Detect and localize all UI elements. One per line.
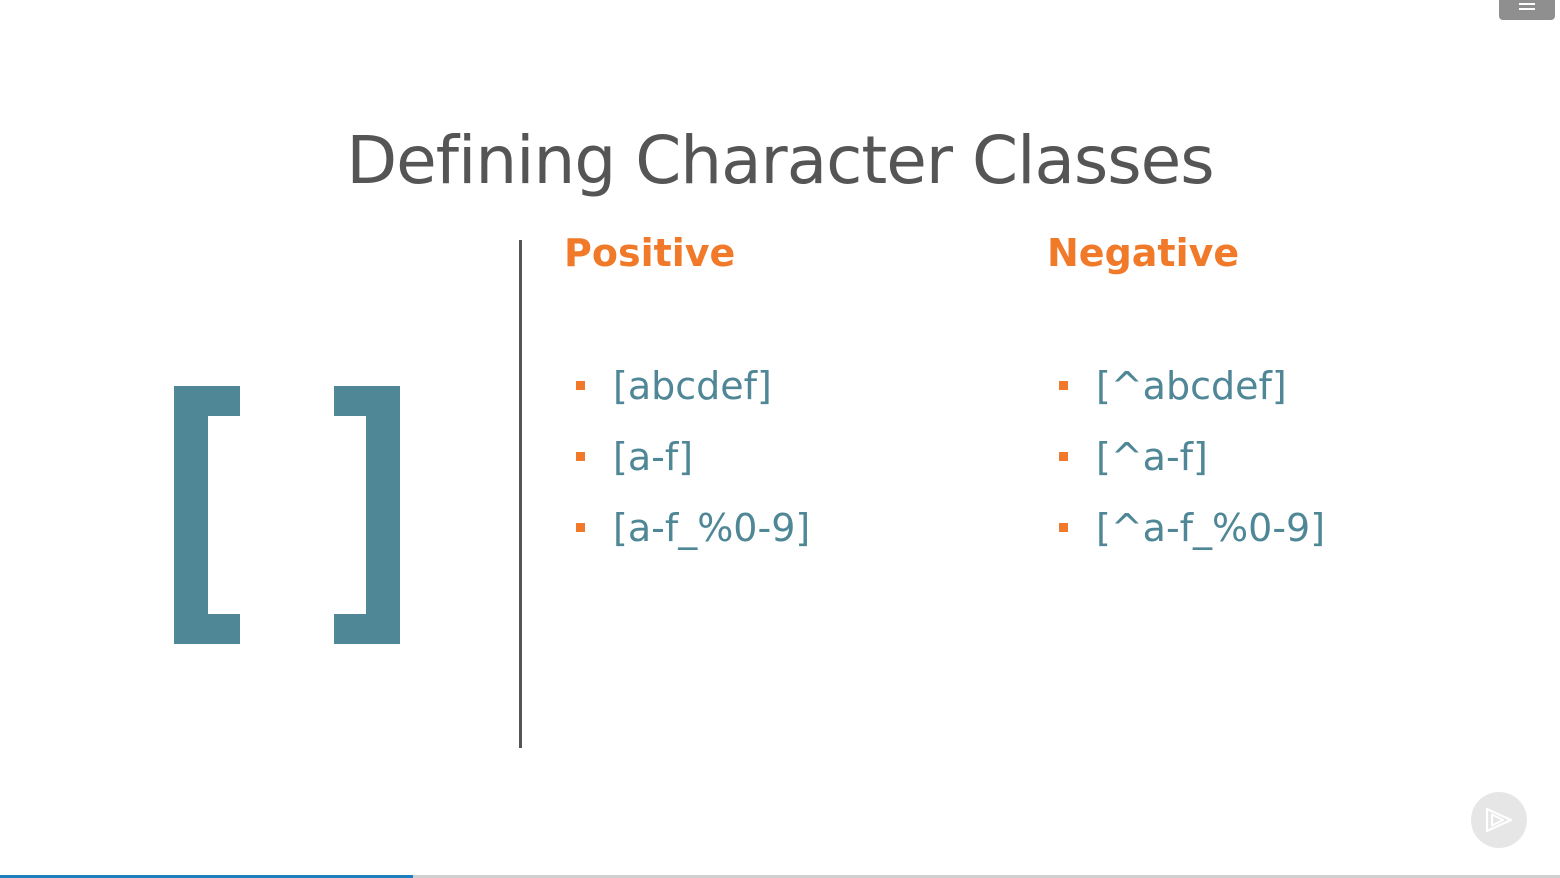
bullet-icon [576, 523, 585, 532]
positive-heading: Positive [564, 231, 736, 275]
square-brackets-icon [174, 386, 400, 644]
menu-button[interactable] [1499, 0, 1555, 20]
list-item: [^a-f] [1059, 421, 1325, 492]
negative-list: [^abcdef] [^a-f] [^a-f_%0-9] [1059, 350, 1325, 563]
list-item: [^a-f_%0-9] [1059, 492, 1325, 563]
play-button[interactable] [1471, 792, 1527, 848]
positive-column: Positive [abcdef] [a-f] [a-f_%0-9] [564, 228, 810, 550]
list-item-text: [^abcdef] [1096, 363, 1287, 408]
list-item-text: [a-f_%0-9] [613, 505, 811, 550]
hamburger-menu-icon [1519, 3, 1535, 11]
bullet-icon [1059, 452, 1068, 461]
bullet-icon [1059, 523, 1068, 532]
bullet-icon [1059, 381, 1068, 390]
list-item: [a-f_%0-9] [576, 492, 810, 563]
negative-heading: Negative [1047, 231, 1240, 275]
list-item-text: [^a-f] [1096, 434, 1208, 479]
slide-title: Defining Character Classes [346, 122, 1214, 200]
bullet-icon [576, 452, 585, 461]
bullet-icon [576, 381, 585, 390]
slide-stage: Defining Character Classes Positive [abc… [0, 0, 1560, 878]
negative-column: Negative [^abcdef] [^a-f] [^a-f_%0-9] [1047, 228, 1325, 550]
pluralsight-play-icon [1485, 807, 1513, 833]
column-divider [519, 240, 522, 748]
list-item: [^abcdef] [1059, 350, 1325, 421]
list-item-text: [abcdef] [613, 363, 772, 408]
list-item-text: [^a-f_%0-9] [1096, 505, 1326, 550]
list-item: [abcdef] [576, 350, 810, 421]
positive-list: [abcdef] [a-f] [a-f_%0-9] [576, 350, 810, 563]
list-item: [a-f] [576, 421, 810, 492]
list-item-text: [a-f] [613, 434, 694, 479]
